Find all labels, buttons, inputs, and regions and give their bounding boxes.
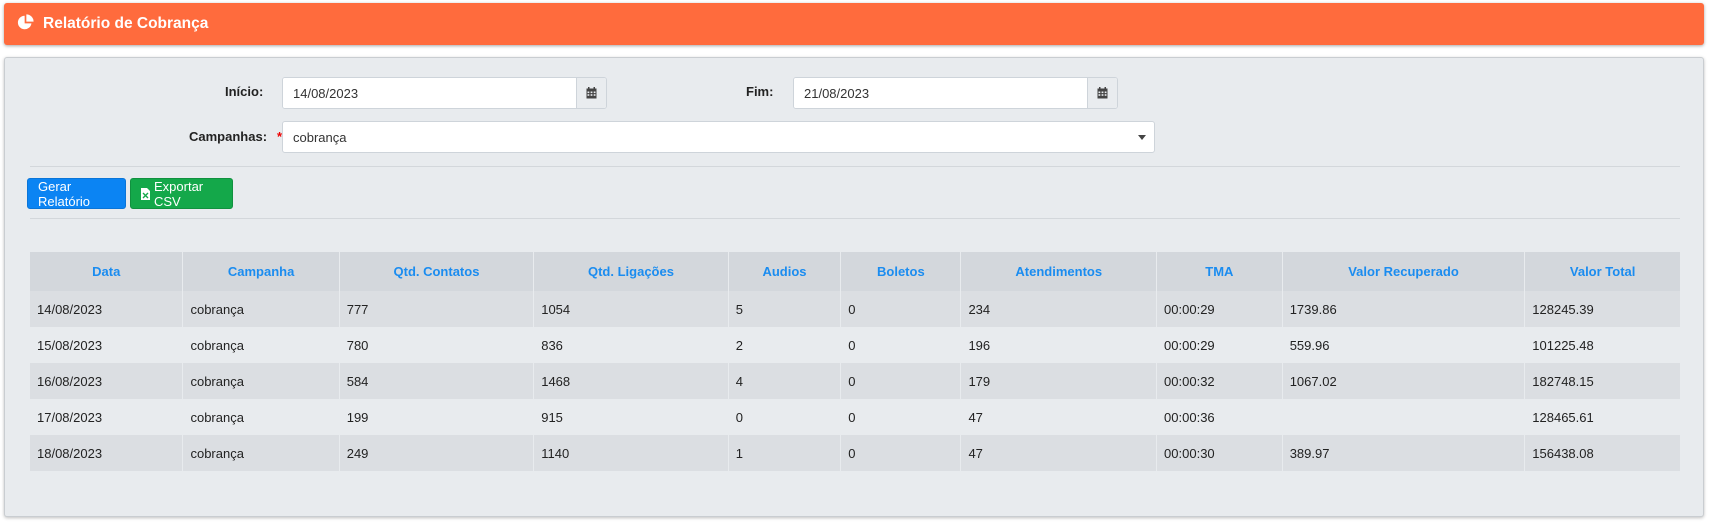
campanhas-label: Campanhas: * — [189, 129, 282, 144]
table-cell: 00:00:32 — [1156, 363, 1283, 399]
pie-chart-icon — [17, 14, 37, 34]
calendar-icon[interactable] — [1087, 78, 1117, 108]
table-cell: 0 — [840, 435, 962, 471]
table-cell: 00:00:29 — [1156, 327, 1283, 363]
gerar-relatorio-label: Gerar Relatório — [38, 178, 91, 209]
table-cell: 249 — [339, 435, 535, 471]
divider — [30, 166, 1680, 167]
table-cell: 47 — [960, 399, 1158, 435]
table-cell: 18/08/2023 — [30, 435, 184, 471]
column-header-valor-recuperado[interactable]: Valor Recuperado — [1282, 252, 1526, 291]
column-header-tma[interactable]: TMA — [1156, 252, 1283, 291]
campanhas-select[interactable]: cobrança — [282, 121, 1155, 153]
table-cell: 559.96 — [1282, 327, 1526, 363]
table-cell: 2 — [728, 327, 842, 363]
table-cell: 777 — [339, 291, 535, 327]
table-cell: 128245.39 — [1524, 291, 1680, 327]
table-cell: 47 — [960, 435, 1158, 471]
table-cell: cobrança — [182, 435, 340, 471]
column-header-boletos[interactable]: Boletos — [840, 252, 962, 291]
fim-date-input[interactable] — [794, 78, 1087, 108]
inicio-date-group — [282, 77, 607, 109]
table-row: 14/08/2023 cobrança 777 1054 5 0 234 00:… — [30, 291, 1680, 327]
table-cell: cobrança — [182, 291, 340, 327]
column-header-qtd-ligacoes[interactable]: Qtd. Ligações — [533, 252, 729, 291]
table-cell: 1468 — [533, 363, 729, 399]
table-cell: 101225.48 — [1524, 327, 1680, 363]
page-header: Relatório de Cobrança — [4, 3, 1704, 45]
table-header-row: Data Campanha Qtd. Contatos Qtd. Ligaçõe… — [30, 252, 1680, 291]
table-cell: 0 — [840, 327, 962, 363]
table-cell: 5 — [728, 291, 842, 327]
fim-label: Fim: — [746, 84, 774, 99]
column-header-audios[interactable]: Audios — [728, 252, 842, 291]
table-row: 15/08/2023 cobrança 780 836 2 0 196 00:0… — [30, 327, 1680, 363]
table-cell: 4 — [728, 363, 842, 399]
table-cell: 0 — [728, 399, 842, 435]
column-header-atendimentos[interactable]: Atendimentos — [960, 252, 1158, 291]
table-cell: 780 — [339, 327, 535, 363]
table-cell — [1282, 399, 1526, 435]
exportar-csv-button[interactable]: Exportar CSV — [130, 178, 233, 209]
file-excel-icon — [141, 187, 150, 200]
inicio-label: Início: — [225, 84, 264, 99]
table-cell: 14/08/2023 — [30, 291, 184, 327]
table-row: 16/08/2023 cobrança 584 1468 4 0 179 00:… — [30, 363, 1680, 399]
table-row: 18/08/2023 cobrança 249 1140 1 0 47 00:0… — [30, 435, 1680, 471]
table-cell: cobrança — [182, 399, 340, 435]
table-cell: 0 — [840, 363, 962, 399]
table-cell: 17/08/2023 — [30, 399, 184, 435]
table-cell: 1 — [728, 435, 842, 471]
calendar-icon[interactable] — [576, 78, 606, 108]
table-cell: 16/08/2023 — [30, 363, 184, 399]
table-cell: 1054 — [533, 291, 729, 327]
chevron-down-icon — [1138, 135, 1146, 140]
table-cell: 128465.61 — [1524, 399, 1680, 435]
table-cell: 196 — [960, 327, 1158, 363]
table-cell: 00:00:36 — [1156, 399, 1283, 435]
table-cell: cobrança — [182, 327, 340, 363]
table-cell: 389.97 — [1282, 435, 1526, 471]
exportar-csv-label: Exportar CSV — [154, 178, 204, 209]
table-cell: 1067.02 — [1282, 363, 1526, 399]
table-cell: 199 — [339, 399, 535, 435]
campanhas-selected-value: cobrança — [293, 129, 347, 145]
report-table: Data Campanha Qtd. Contatos Qtd. Ligaçõe… — [30, 252, 1680, 471]
column-header-data[interactable]: Data — [30, 252, 184, 291]
table-cell: 00:00:30 — [1156, 435, 1283, 471]
inicio-date-input[interactable] — [283, 78, 576, 108]
table-cell: 0 — [840, 291, 962, 327]
table-cell: 584 — [339, 363, 535, 399]
gerar-relatorio-button[interactable]: Gerar Relatório — [27, 178, 126, 209]
table-cell: 915 — [533, 399, 729, 435]
page-title: Relatório de Cobrança — [43, 15, 209, 32]
table-cell: 179 — [960, 363, 1158, 399]
campanhas-label-text: Campanhas: — [189, 129, 268, 144]
table-cell: 836 — [533, 327, 729, 363]
column-header-valor-total[interactable]: Valor Total — [1524, 252, 1680, 291]
table-cell: 234 — [960, 291, 1158, 327]
table-cell: 00:00:29 — [1156, 291, 1283, 327]
table-row: 17/08/2023 cobrança 199 915 0 0 47 00:00… — [30, 399, 1680, 435]
table-cell: 182748.15 — [1524, 363, 1680, 399]
table-cell: 156438.08 — [1524, 435, 1680, 471]
column-header-campanha[interactable]: Campanha — [182, 252, 340, 291]
table-cell: 15/08/2023 — [30, 327, 184, 363]
table-cell: 1739.86 — [1282, 291, 1526, 327]
divider — [30, 218, 1680, 219]
table-cell: cobrança — [182, 363, 340, 399]
report-panel: Início: Fim: — [4, 57, 1704, 517]
table-cell: 1140 — [533, 435, 729, 471]
column-header-qtd-contatos[interactable]: Qtd. Contatos — [339, 252, 535, 291]
table-cell: 0 — [840, 399, 962, 435]
fim-date-group — [793, 77, 1118, 109]
